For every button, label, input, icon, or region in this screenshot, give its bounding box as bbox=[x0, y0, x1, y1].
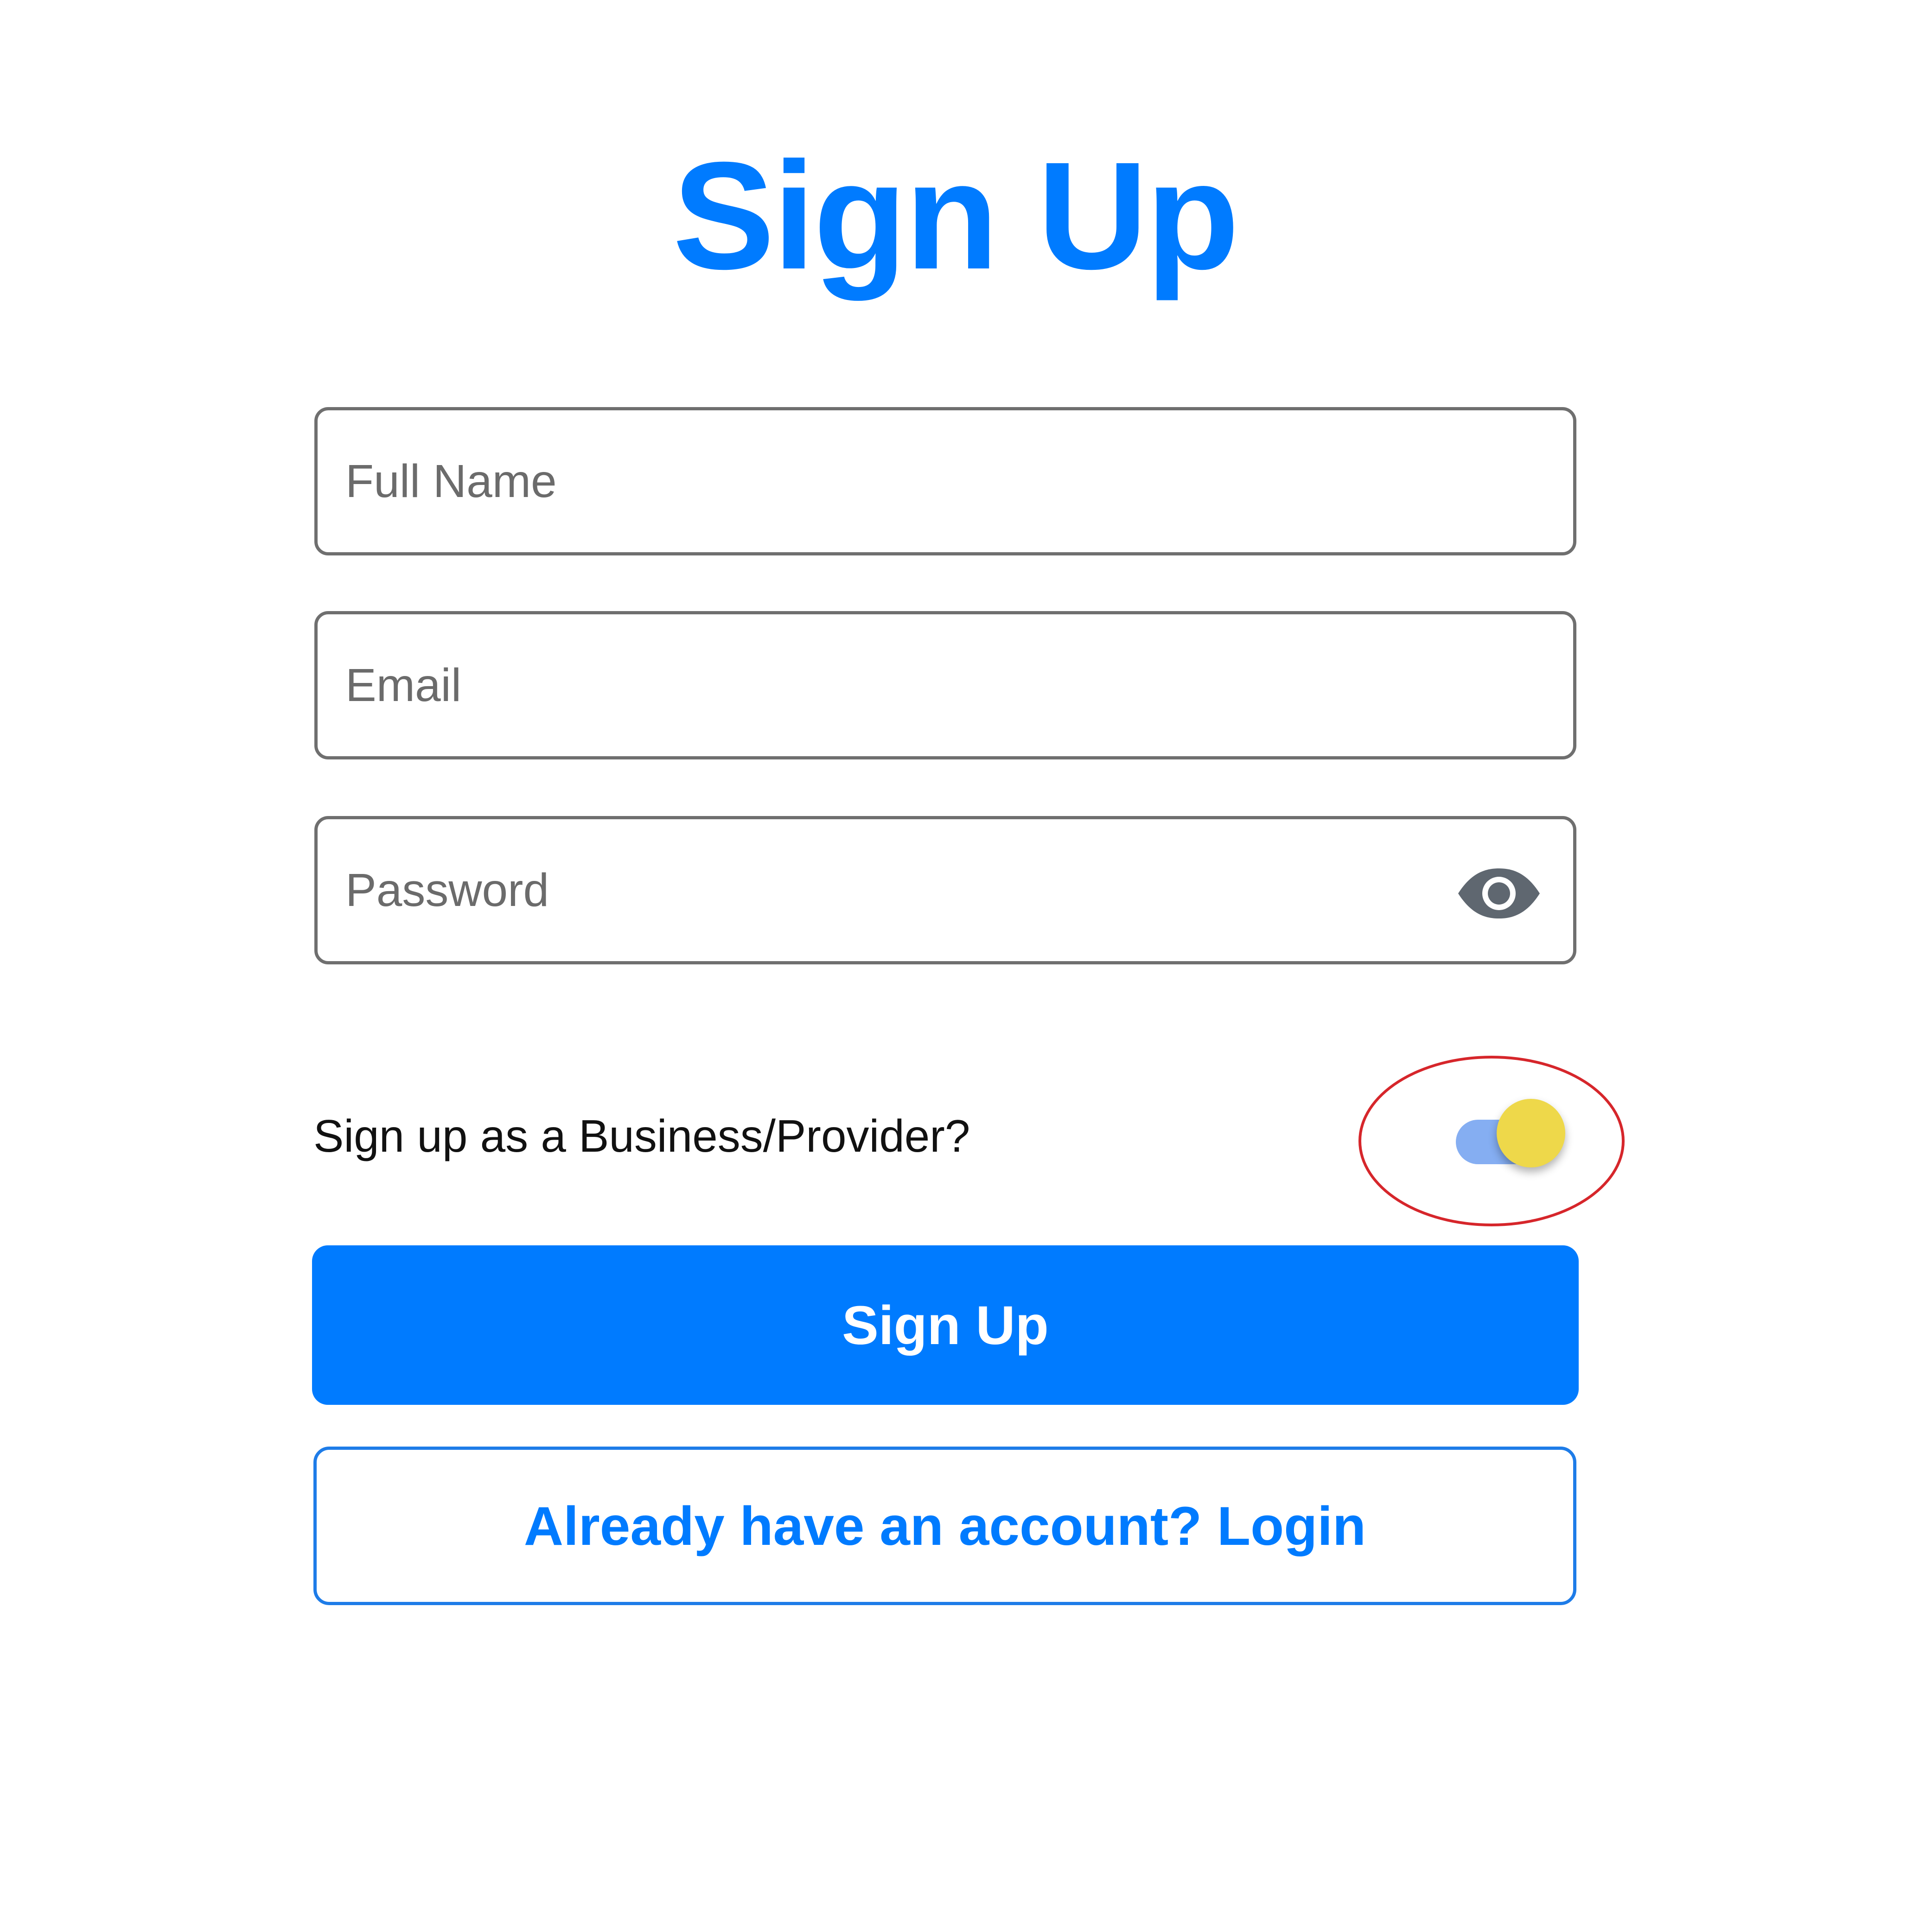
page-title: Sign Up bbox=[672, 130, 1240, 301]
business-provider-toggle[interactable] bbox=[1456, 1099, 1567, 1173]
password-field[interactable] bbox=[314, 816, 1576, 964]
full-name-field[interactable] bbox=[314, 407, 1576, 555]
toggle-thumb bbox=[1497, 1099, 1565, 1167]
email-field[interactable] bbox=[314, 611, 1576, 759]
sign-up-button[interactable]: Sign Up bbox=[312, 1245, 1579, 1405]
eye-icon[interactable] bbox=[1457, 867, 1541, 919]
login-link-button[interactable]: Already have an account? Login bbox=[313, 1447, 1576, 1605]
password-input[interactable] bbox=[345, 819, 1505, 961]
business-toggle-label: Sign up as a Business/Provider? bbox=[313, 1110, 970, 1161]
full-name-input[interactable] bbox=[345, 410, 1505, 552]
email-input[interactable] bbox=[345, 614, 1505, 756]
